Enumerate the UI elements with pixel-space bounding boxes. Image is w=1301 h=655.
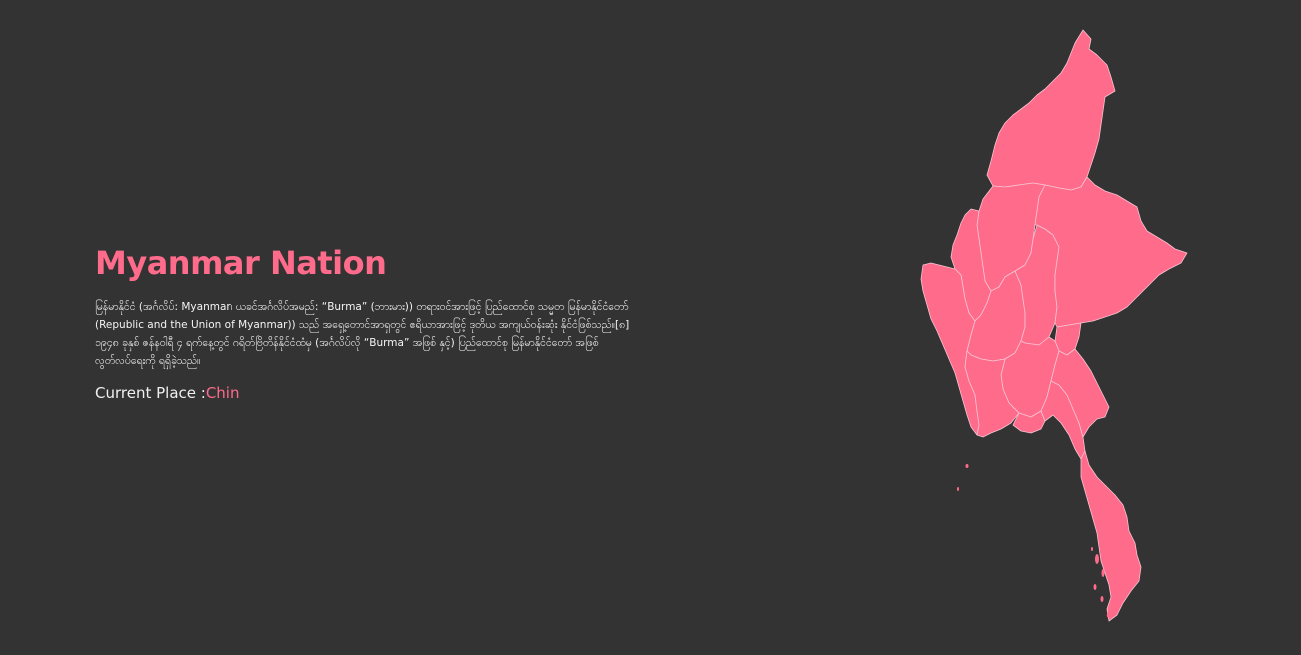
island: [1091, 547, 1093, 551]
island: [1100, 596, 1104, 602]
island: [965, 464, 969, 468]
current-place-label: Current Place :: [95, 384, 206, 402]
current-place-value: Chin: [205, 384, 240, 402]
region-kachin[interactable]: [986, 29, 1116, 191]
current-place: Current Place :Chin: [95, 383, 640, 403]
island: [1103, 535, 1107, 543]
island: [1101, 569, 1105, 577]
page: Myanmar Nation မြန်မာနိုင်ငံ (အင်္ဂလိပ်:…: [0, 0, 1301, 655]
page-title: Myanmar Nation: [95, 244, 387, 282]
myanmar-map-svg: [920, 29, 1188, 622]
island: [1106, 612, 1110, 618]
nation-description: မြန်မာနိုင်ငံ (အင်္ဂလိပ်: Myanmar၊ ယခင်အ…: [95, 301, 630, 367]
island: [1095, 554, 1099, 564]
info-panel: Myanmar Nation မြန်မာနိုင်ငံ (အင်္ဂလိပ်:…: [95, 243, 640, 403]
region-tanintharyi[interactable]: [1080, 450, 1142, 622]
island: [1093, 584, 1097, 590]
island: [957, 487, 959, 491]
myanmar-map: [905, 25, 1205, 630]
